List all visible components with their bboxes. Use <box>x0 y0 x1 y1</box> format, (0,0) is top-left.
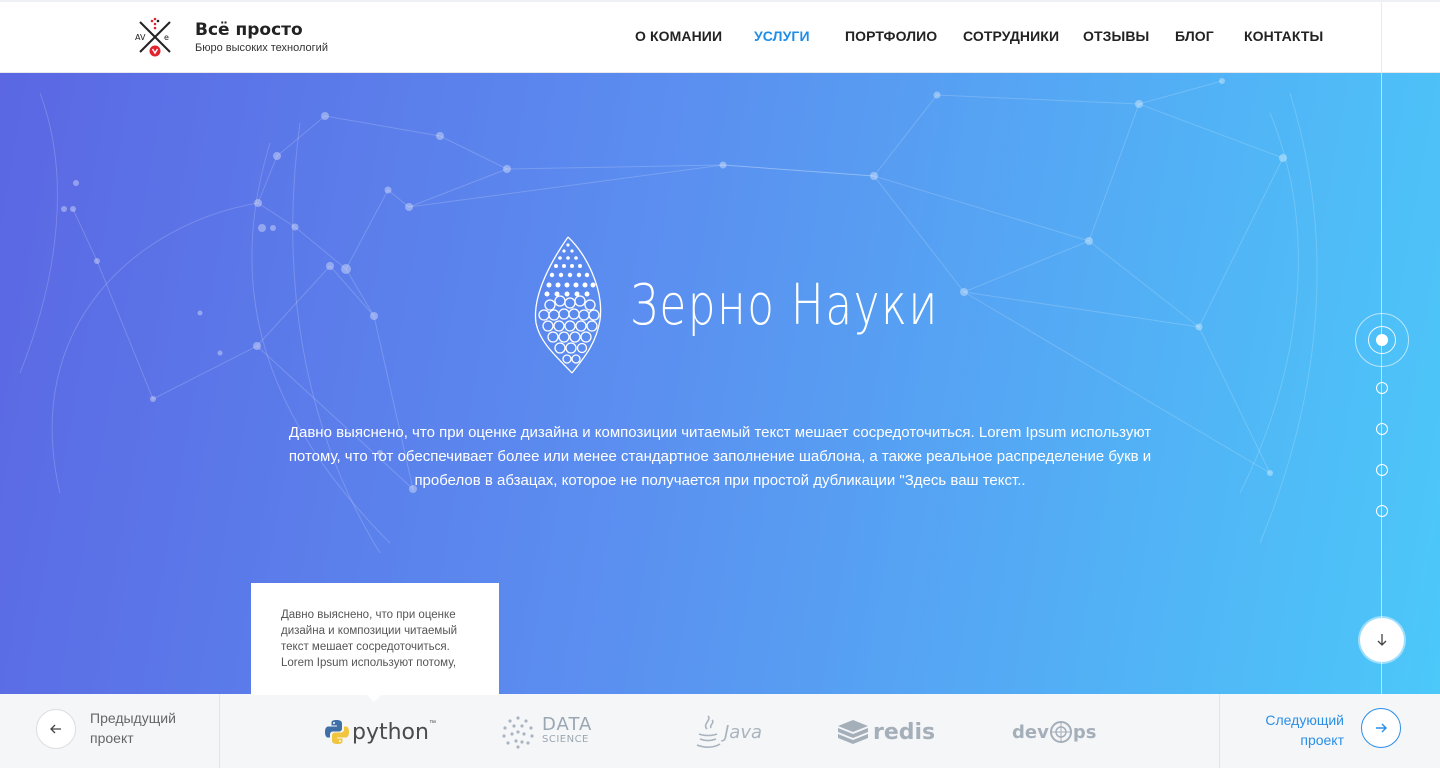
hero-description: Давно выяснено, что при оценке дизайна и… <box>288 424 1152 489</box>
data-science-label-2: SCIENCE <box>542 734 589 745</box>
tech-tooltip: Давно выяснено, что при оценке дизайна и… <box>251 583 499 695</box>
hero-section: Зерно Науки Давно выяснено, что при оцен… <box>0 73 1440 694</box>
nav-item-portfolio[interactable]: ПОРТФОЛИО <box>845 28 937 44</box>
tech-redis[interactable]: redis <box>837 712 935 752</box>
next-project-label: Следующий проект <box>1265 710 1344 750</box>
python-logo-icon <box>325 720 349 744</box>
main-nav: О КОМАНИИ УСЛУГИ ПОРТФОЛИО СОТРУДНИКИ ОТ… <box>0 28 1440 48</box>
site-header: AV e Всё просто Бюро высоких технологий … <box>0 0 1440 75</box>
devops-logo-icon <box>1049 721 1072 743</box>
next-label-line-1: Следующий <box>1265 712 1344 728</box>
nav-item-contacts[interactable]: КОНТАКТЫ <box>1244 28 1323 44</box>
brand-name: Зерно Науки <box>630 272 939 338</box>
nav-item-team[interactable]: СОТРУДНИКИ <box>963 28 1059 44</box>
slide-dot-5[interactable] <box>1376 505 1388 517</box>
redis-logo-icon <box>838 720 868 744</box>
java-logo-icon <box>696 715 721 748</box>
prev-label-line-2: проект <box>90 730 134 746</box>
tech-devops[interactable]: dev ps <box>1012 712 1096 752</box>
tech-python[interactable]: python ™ <box>324 712 436 752</box>
next-project[interactable]: Следующий проект <box>1219 694 1440 768</box>
prev-project[interactable]: Предыдущий проект <box>0 694 220 768</box>
header-divider <box>1381 2 1382 75</box>
devops-label-1: dev <box>1012 721 1049 743</box>
devops-label-2: ps <box>1072 721 1097 743</box>
tech-java[interactable]: Java <box>694 712 762 752</box>
network-background-icon <box>19 78 1318 554</box>
tooltip-text: Давно выяснено, что при оценке дизайна и… <box>281 609 458 669</box>
java-label: Java <box>724 721 763 743</box>
arrow-right-icon <box>1376 723 1387 733</box>
python-tm: ™ <box>428 720 436 727</box>
data-science-logo-icon <box>502 716 534 749</box>
arrow-down-icon <box>1377 634 1387 646</box>
next-label-line-2: проект <box>1300 732 1344 748</box>
slide-dot-3[interactable] <box>1376 423 1388 435</box>
prev-label-line-1: Предыдущий <box>90 710 176 726</box>
prev-project-label: Предыдущий проект <box>90 708 176 748</box>
scroll-down-button[interactable] <box>1360 618 1404 662</box>
prev-project-button[interactable] <box>36 709 76 749</box>
nav-item-reviews[interactable]: ОТЗЫВЫ <box>1083 28 1149 44</box>
python-label: python <box>352 719 429 745</box>
tooltip-arrow <box>366 694 382 702</box>
nav-item-blog[interactable]: БЛОГ <box>1175 28 1214 44</box>
nav-item-about[interactable]: О КОМАНИИ <box>635 28 722 44</box>
slide-dot-1[interactable] <box>1376 334 1388 346</box>
next-project-button[interactable] <box>1361 708 1401 748</box>
data-science-label-1: DATA <box>542 714 593 735</box>
grain-logo-icon <box>534 236 602 374</box>
slide-dot-2[interactable] <box>1376 382 1388 394</box>
tech-data-science[interactable]: DATA SCIENCE <box>500 712 592 752</box>
project-nav-bar: Предыдущий проект python ™ DATA SCIENCE … <box>0 694 1440 768</box>
arrow-left-icon <box>50 724 61 734</box>
slide-dot-4[interactable] <box>1376 464 1388 476</box>
redis-label: redis <box>873 719 936 745</box>
nav-item-services[interactable]: УСЛУГИ <box>754 28 810 44</box>
brand-block: Зерно Науки <box>532 235 1026 375</box>
